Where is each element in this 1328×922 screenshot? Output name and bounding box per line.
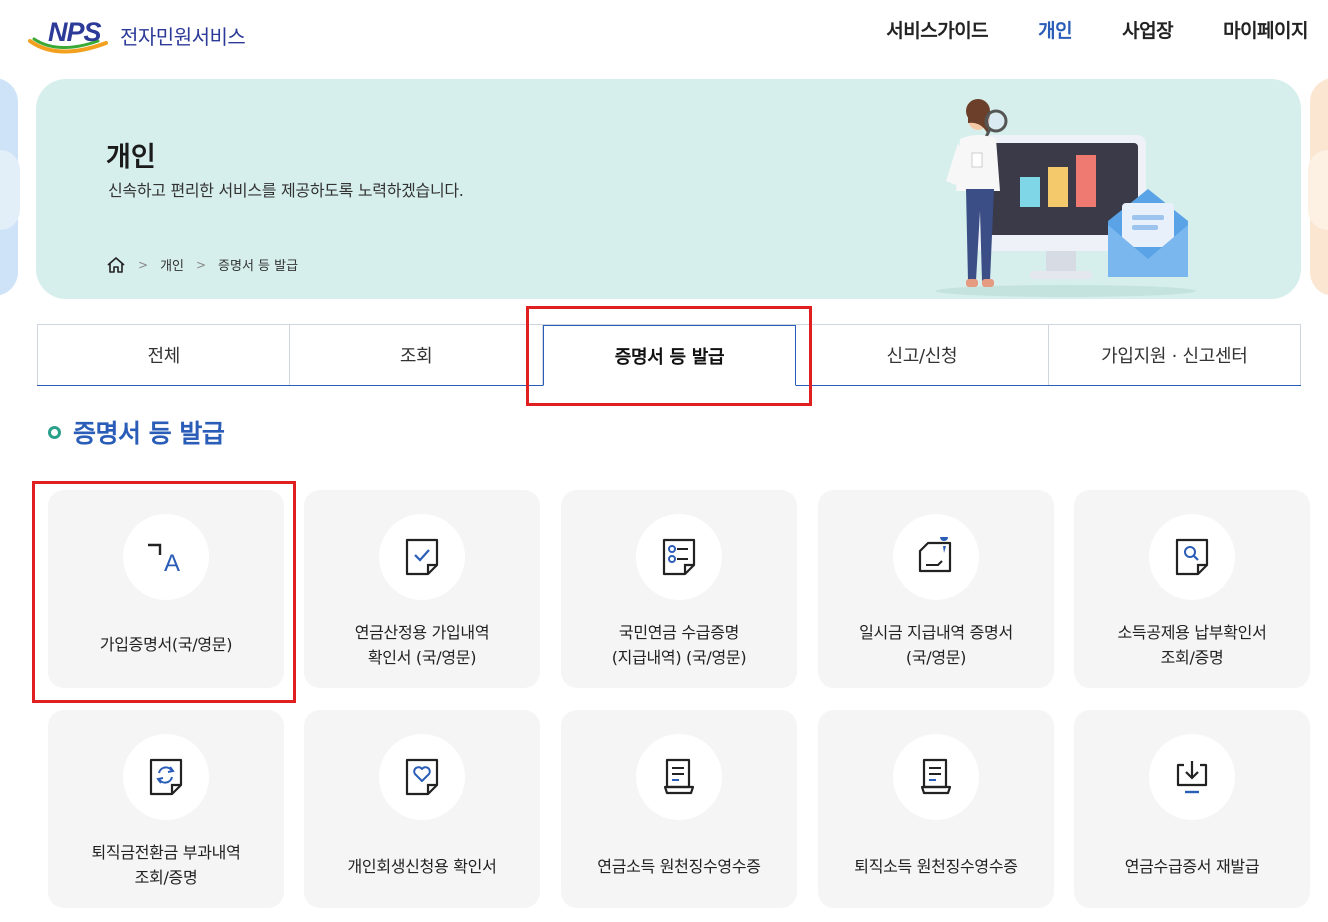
tab-report-apply[interactable]: 신고/신청: [796, 325, 1049, 385]
page-banner: 개인 신속하고 편리한 서비스를 제공하도록 노력하겠습니다. > 개인 > 증…: [36, 79, 1301, 299]
card-label: 개인회생신청용 확인서: [347, 857, 497, 876]
nav-business[interactable]: 사업장: [1122, 16, 1173, 43]
logo-mark: NPS: [28, 13, 116, 57]
nav-mypage[interactable]: 마이페이지: [1223, 16, 1308, 43]
card-label: 소득공제용 납부확인서 조회/증명: [1117, 623, 1267, 667]
document-pin-icon: [893, 514, 979, 600]
site-header: NPS 전자민원서비스 서비스가이드 개인 사업장 마이페이지: [0, 0, 1328, 70]
banner-illustration: [936, 99, 1196, 297]
card-retirement-conversion[interactable]: 퇴직금전환금 부과내역 조회/증명: [48, 710, 284, 908]
page-subtitle: 신속하고 편리한 서비스를 제공하도록 노력하겠습니다.: [108, 181, 464, 200]
section-title: 증명서 등 발급: [73, 419, 225, 448]
card-pension-certificate-reissue[interactable]: 연금수급증서 재발급: [1074, 710, 1310, 908]
card-label: 연금산정용 가입내역 확인서 (국/영문): [354, 623, 490, 667]
page-title: 개인: [106, 142, 156, 173]
section-heading: 증명서 등 발급: [48, 414, 225, 450]
card-pension-withholding-receipt[interactable]: 연금소득 원천징수영수증: [561, 710, 797, 908]
tab-all[interactable]: 전체: [37, 325, 291, 385]
logo-letters: NPS: [48, 17, 102, 47]
nps-logo[interactable]: NPS 전자민원서비스: [28, 12, 246, 58]
decor-left-inner: [0, 150, 20, 230]
bullet-icon: [48, 425, 61, 439]
card-rehabilitation-confirmation[interactable]: 개인회생신청용 확인서: [304, 710, 540, 908]
document-list-icon: [636, 514, 722, 600]
service-name: 전자민원서비스: [120, 24, 246, 49]
card-pension-calc-confirmation[interactable]: 연금산정용 가입내역 확인서 (국/영문): [304, 490, 540, 688]
main-nav: 서비스가이드 개인 사업장 마이페이지: [886, 16, 1308, 43]
breadcrumb: > 개인 > 증명서 등 발급: [106, 255, 298, 274]
card-label: 일시금 지급내역 증명서 (국/영문): [859, 623, 1013, 667]
receipt-icon: [893, 734, 979, 820]
tab-support-center[interactable]: 가입지원 · 신고센터: [1049, 325, 1302, 385]
breadcrumb-item-current: 증명서 등 발급: [218, 259, 299, 274]
card-label: 연금소득 원천징수영수증: [597, 857, 761, 876]
card-retirement-withholding-receipt[interactable]: 퇴직소득 원천징수영수증: [818, 710, 1054, 908]
card-lump-sum-certificate[interactable]: 일시금 지급내역 증명서 (국/영문): [818, 490, 1054, 688]
home-icon[interactable]: [106, 256, 126, 274]
breadcrumb-item[interactable]: 개인: [160, 255, 184, 274]
nav-service-guide[interactable]: 서비스가이드: [886, 16, 988, 43]
document-refresh-icon: [123, 734, 209, 820]
card-label: 국민연금 수급증명 (지급내역) (국/영문): [611, 623, 747, 667]
card-label: 퇴직금전환금 부과내역 조회/증명: [91, 843, 241, 887]
document-heart-icon: [379, 734, 465, 820]
card-pension-receipt-certificate[interactable]: 국민연금 수급증명 (지급내역) (국/영문): [561, 490, 797, 688]
nav-personal[interactable]: 개인: [1038, 16, 1072, 43]
document-check-icon: [379, 514, 465, 600]
card-label: 연금수급증서 재발급: [1124, 857, 1260, 876]
card-label: 퇴직소득 원천징수영수증: [854, 857, 1018, 876]
chevron-right-icon: >: [138, 257, 149, 272]
chevron-right-icon: >: [195, 257, 207, 272]
highlight-box-card: [32, 481, 296, 703]
tab-inquiry[interactable]: 조회: [290, 325, 543, 385]
highlight-box-tab: [526, 306, 812, 406]
card-tax-payment-confirmation[interactable]: 소득공제용 납부확인서 조회/증명: [1074, 490, 1310, 688]
document-search-icon: [1149, 514, 1235, 600]
download-icon: [1149, 734, 1235, 820]
receipt-icon: [636, 734, 722, 820]
decor-right-inner: [1308, 150, 1328, 230]
